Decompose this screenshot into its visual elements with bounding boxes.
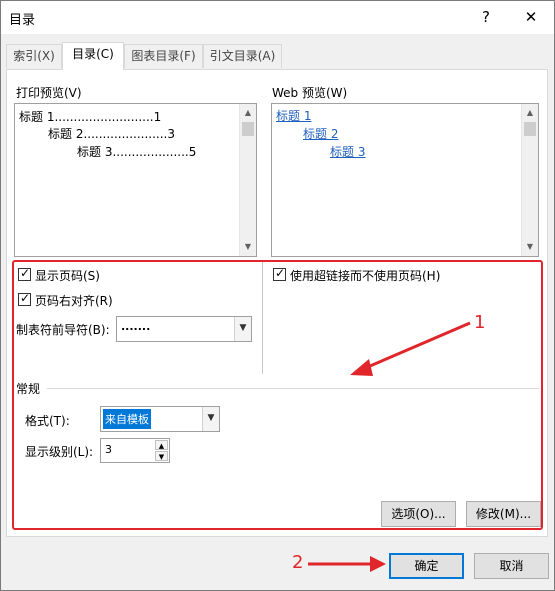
annotation-arrows <box>308 321 471 572</box>
annotation-arrow-2 <box>308 556 386 572</box>
toc-dialog: 目录 ? ✕ 索引(X) 目录(C) 图表目录(F) 引文目录(A) 打印预览(… <box>0 0 555 591</box>
tab-toc[interactable]: 目录(C) <box>62 42 124 70</box>
annotation-arrow-1 <box>350 321 471 376</box>
